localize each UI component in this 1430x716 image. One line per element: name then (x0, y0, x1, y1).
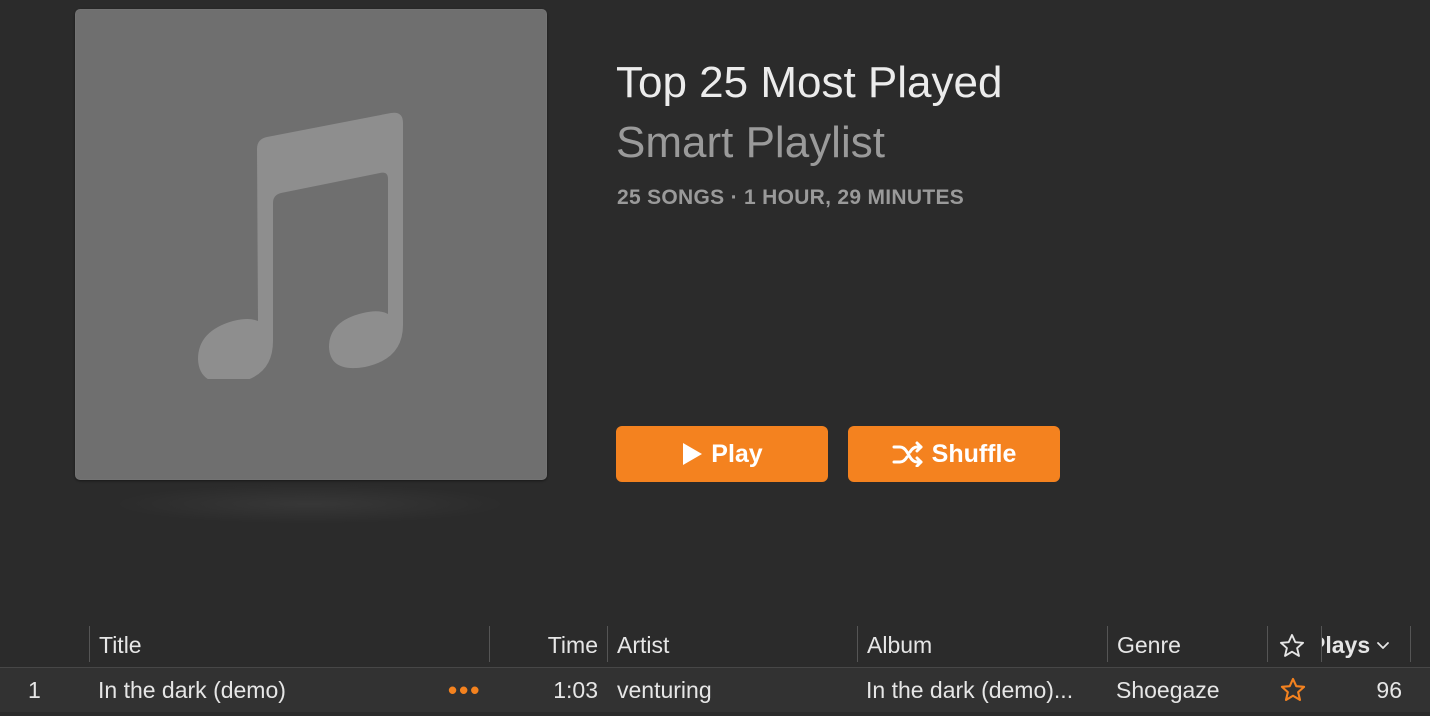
music-note-icon (198, 112, 403, 379)
row-time: 1:03 (553, 676, 598, 703)
play-icon (681, 442, 703, 466)
column-header-rating[interactable] (1278, 624, 1306, 667)
column-header-plays[interactable]: Plays (1322, 624, 1410, 667)
more-options-icon[interactable]: ••• (448, 668, 481, 712)
playlist-artwork[interactable] (75, 9, 547, 480)
column-header-title[interactable]: Title (99, 624, 142, 667)
playlist-title: Top 25 Most Played (616, 58, 1003, 107)
star-outline-icon (1280, 677, 1306, 701)
column-separator (1107, 626, 1108, 662)
row-album[interactable]: In the dark (demo)... (866, 668, 1101, 712)
row-title: In the dark (demo) (98, 676, 286, 703)
playlist-subtitle: Smart Playlist (616, 118, 885, 167)
column-separator (857, 626, 858, 662)
shuffle-icon (892, 441, 924, 467)
play-button-label: Play (711, 439, 763, 468)
column-separator (1410, 626, 1411, 662)
artwork-reflection (110, 484, 510, 524)
play-button[interactable]: Play (616, 426, 828, 482)
shuffle-button[interactable]: Shuffle (848, 426, 1060, 482)
table-row[interactable]: 1 In the dark (demo) ••• 1:03 venturing … (0, 668, 1430, 712)
playlist-page: Top 25 Most Played Smart Playlist 25 SON… (0, 0, 1430, 716)
shuffle-button-label: Shuffle (931, 439, 1017, 468)
column-separator (1267, 626, 1268, 662)
plays-header-label: Plays (1322, 632, 1371, 658)
column-header-artist[interactable]: Artist (617, 624, 669, 667)
column-separator (89, 626, 90, 662)
column-header-album[interactable]: Album (867, 624, 932, 667)
row-index: 1 (28, 676, 41, 703)
playlist-meta: 25 SONGS · 1 HOUR, 29 MINUTES (617, 186, 965, 209)
column-separator (607, 626, 608, 662)
song-table-header: Title Time Artist Album Genre Plays (0, 624, 1430, 668)
column-header-genre[interactable]: Genre (1117, 624, 1181, 667)
star-icon (1279, 633, 1305, 657)
row-genre: Shoegaze (1116, 676, 1220, 703)
row-rating-star-icon[interactable] (1279, 668, 1307, 712)
row-artist[interactable]: venturing (617, 668, 847, 712)
column-header-time[interactable]: Time (490, 624, 598, 667)
row-plays: 96 (1376, 676, 1402, 703)
chevron-down-icon (1377, 641, 1390, 649)
